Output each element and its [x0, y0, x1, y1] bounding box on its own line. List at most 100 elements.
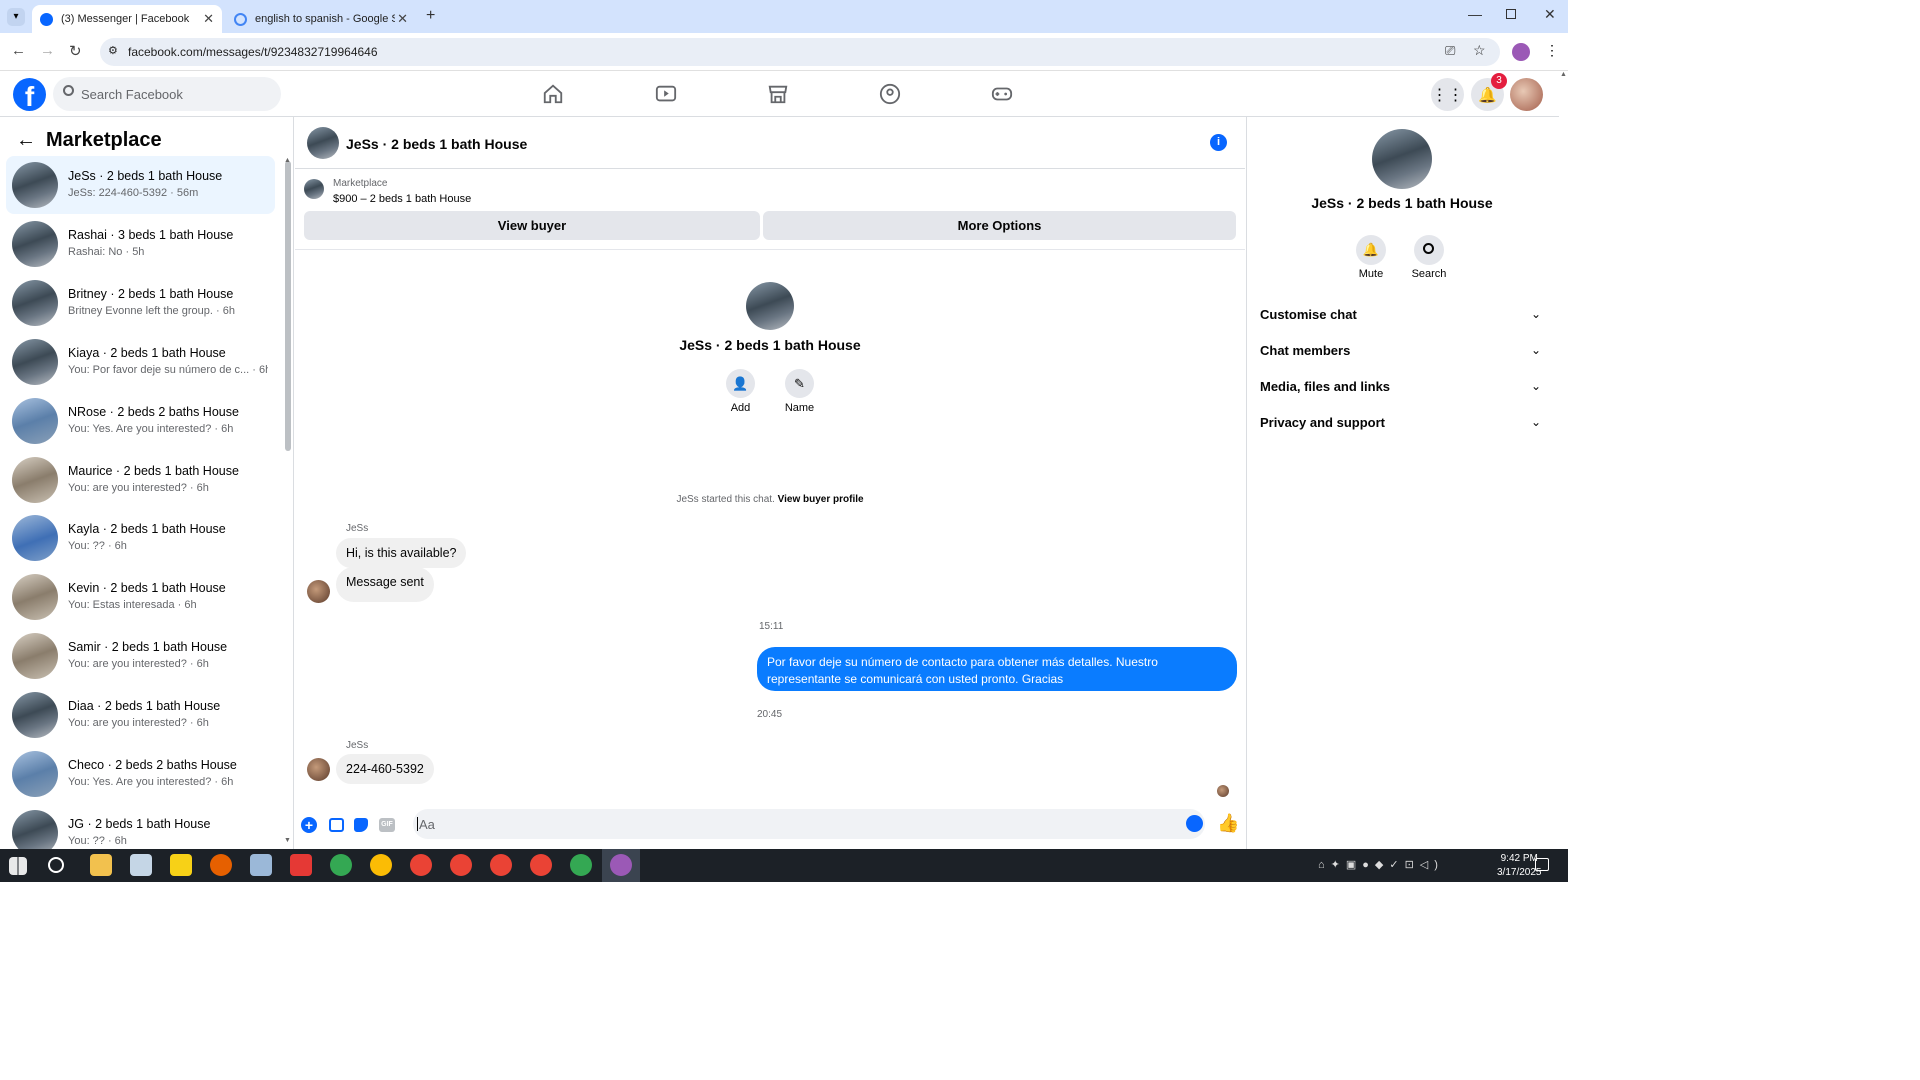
video-icon[interactable]	[655, 83, 677, 105]
conversation-item[interactable]: Checo · 2 beds 2 baths House You: Yes. Ar…	[6, 745, 275, 803]
app-icon[interactable]	[130, 854, 152, 876]
sender-avatar[interactable]	[307, 580, 330, 603]
chrome-icon[interactable]	[490, 854, 512, 876]
more-options-button[interactable]: More Options	[763, 211, 1236, 240]
conversation-item[interactable]: Britney · 2 beds 1 bath House Britney Evo…	[6, 274, 275, 332]
gaming-icon[interactable]	[991, 83, 1013, 105]
reload-icon[interactable]: ↻	[69, 42, 82, 60]
view-buyer-button[interactable]: View buyer	[304, 211, 760, 240]
site-info-icon[interactable]: ⚙	[108, 44, 118, 57]
gif-icon[interactable]: GIF	[379, 818, 395, 832]
chrome-icon[interactable]	[570, 854, 592, 876]
conversation-item[interactable]: NRose · 2 beds 2 baths House You: Yes. Ar…	[6, 392, 275, 450]
facebook-logo-icon[interactable]: f	[13, 78, 46, 111]
chrome-icon[interactable]	[330, 854, 352, 876]
conversation-item[interactable]: JeSs · 2 beds 1 bath House JeSs: 224-460-…	[6, 156, 275, 214]
close-tab-icon[interactable]: ✕	[203, 11, 214, 27]
listing-thumbnail[interactable]	[304, 179, 324, 199]
chat-avatar[interactable]	[307, 127, 339, 159]
app-icon[interactable]	[250, 854, 272, 876]
home-icon[interactable]	[542, 83, 564, 105]
tab-list-dropdown-icon[interactable]: ▾	[7, 8, 25, 26]
tab-messenger[interactable]: (3) Messenger | Facebook ✕	[32, 5, 222, 33]
message-input[interactable]: Aa	[413, 809, 1205, 839]
conversation-item[interactable]: Kiaya · 2 beds 1 bath House You: Por favo…	[6, 333, 275, 391]
sidebar-scrollbar[interactable]	[285, 161, 291, 451]
facebook-search-input[interactable]: Search Facebook	[53, 77, 281, 111]
anydesk-icon[interactable]	[290, 854, 312, 876]
back-icon[interactable]: ←	[11, 42, 26, 59]
message-bubble[interactable]: Hi, is this available?	[336, 538, 467, 568]
add-person-button[interactable]: 👤	[726, 369, 755, 398]
back-arrow-icon[interactable]: ←	[16, 129, 36, 152]
restore-icon[interactable]	[1506, 9, 1516, 19]
edit-name-button[interactable]: ✎	[785, 369, 814, 398]
thumbs-up-icon[interactable]: 👍	[1217, 813, 1239, 834]
marketplace-icon[interactable]	[767, 83, 789, 105]
started-text: JeSs started this chat.	[676, 494, 775, 505]
close-window-icon[interactable]: ✕	[1544, 6, 1556, 23]
minimize-icon[interactable]: —	[1468, 6, 1482, 22]
listing-title[interactable]: $900 – 2 beds 1 bath House	[333, 193, 471, 205]
tab-google-translate[interactable]: english to spanish - Google Sea ✕	[226, 5, 416, 33]
view-buyer-profile-link[interactable]: View buyer profile	[778, 494, 864, 505]
chevron-down-icon[interactable]: ⌄	[1531, 343, 1541, 357]
attach-photo-icon[interactable]	[329, 818, 344, 832]
section-chat-members[interactable]: Chat members	[1260, 343, 1350, 358]
conversation-item[interactable]: Maurice · 2 beds 1 bath House You: are yo…	[6, 451, 275, 509]
menu-grid-icon[interactable]: ⋮⋮	[1431, 78, 1464, 111]
chrome-icon[interactable]	[450, 854, 472, 876]
conversation-item[interactable]: Diaa · 2 beds 1 bath House You: are you i…	[6, 686, 275, 744]
chevron-down-icon[interactable]: ⌄	[1531, 379, 1541, 393]
url-field[interactable]: ⚙ facebook.com/messages/t/92348327199646…	[100, 38, 1500, 66]
sticker-icon[interactable]	[354, 818, 368, 832]
install-app-icon[interactable]: ⎚	[1445, 43, 1455, 59]
conversation-item[interactable]: JG · 2 beds 1 bath House You: ?? · 6h	[6, 804, 275, 849]
file-explorer-icon[interactable]	[90, 854, 112, 876]
groups-icon[interactable]	[879, 83, 901, 105]
system-tray-icons[interactable]: ⌂✦▣●◆✓⊡◁)	[1318, 858, 1444, 871]
close-tab-icon[interactable]: ✕	[397, 11, 408, 27]
scroll-up-icon[interactable]: ▲	[284, 157, 291, 164]
conversation-item[interactable]: Kevin · 2 beds 1 bath House You: Estas in…	[6, 568, 275, 626]
chat-details-panel: JeSs · 2 beds 1 bath House 🔔 Mute Search…	[1246, 117, 1558, 849]
forward-icon[interactable]: →	[40, 42, 55, 59]
section-customise-chat[interactable]: Customise chat	[1260, 307, 1357, 322]
section-media-files-links[interactable]: Media, files and links	[1260, 379, 1390, 394]
account-avatar[interactable]	[1510, 78, 1543, 111]
firefox-icon[interactable]	[210, 854, 232, 876]
chrome-icon[interactable]	[530, 854, 552, 876]
chat-title[interactable]: JeSs · 2 beds 1 bath House	[346, 136, 527, 152]
scroll-down-icon[interactable]: ▼	[284, 837, 291, 844]
chevron-down-icon[interactable]: ⌄	[1531, 415, 1541, 429]
details-avatar[interactable]	[1372, 129, 1432, 189]
emoji-icon[interactable]	[1186, 815, 1203, 832]
bookmark-star-icon[interactable]: ☆	[1473, 42, 1486, 59]
new-tab-icon[interactable]: +	[426, 7, 435, 25]
search-conversation-button[interactable]	[1414, 235, 1444, 265]
windows-start-icon[interactable]	[9, 857, 27, 875]
message-bubble[interactable]: Message sent	[336, 567, 434, 602]
more-actions-icon[interactable]: +	[301, 817, 317, 833]
section-privacy-support[interactable]: Privacy and support	[1260, 415, 1385, 430]
info-icon[interactable]: i	[1210, 134, 1227, 151]
profile-avatar[interactable]	[746, 282, 794, 330]
conversation-item[interactable]: Kayla · 2 beds 1 bath House You: ?? · 6h	[6, 509, 275, 567]
chevron-down-icon[interactable]: ⌄	[1531, 307, 1541, 321]
conversation-title: JG · 2 beds 1 bath House	[68, 816, 211, 831]
mute-button[interactable]: 🔔	[1356, 235, 1386, 265]
chrome-icon[interactable]	[410, 854, 432, 876]
chrome-icon[interactable]	[610, 854, 632, 876]
page-scrollbar[interactable]: ▲	[1559, 71, 1568, 849]
profile-icon[interactable]	[1512, 43, 1530, 61]
message-bubble[interactable]: 224-460-5392	[336, 754, 434, 784]
conversation-item[interactable]: Rashai · 3 beds 1 bath House Rashai: No ·…	[6, 215, 275, 273]
conversation-item[interactable]: Samir · 2 beds 1 bath House You: are you …	[6, 627, 275, 685]
sender-avatar[interactable]	[307, 758, 330, 781]
notification-center-icon[interactable]	[1535, 858, 1549, 871]
browser-menu-icon[interactable]: ⋮	[1545, 42, 1559, 59]
sent-message-bubble[interactable]: Por favor deje su número de contacto par…	[757, 647, 1237, 691]
search-icon[interactable]	[48, 857, 64, 873]
sticky-notes-icon[interactable]	[170, 854, 192, 876]
chrome-icon[interactable]	[370, 854, 392, 876]
